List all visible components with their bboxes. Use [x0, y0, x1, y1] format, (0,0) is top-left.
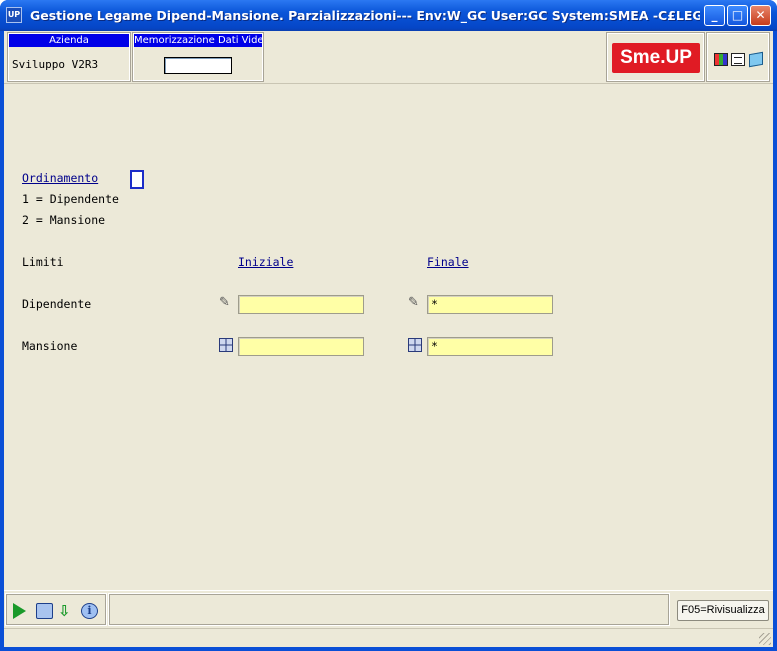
minimize-button[interactable]: _	[704, 5, 725, 26]
title-bar[interactable]: UP Gestione Legame Dipend-Mansione. Parz…	[0, 0, 777, 31]
close-button[interactable]: ✕	[750, 5, 771, 26]
smeup-logo: Sme.UP	[612, 43, 700, 73]
app-logo-icon[interactable]: UP	[6, 7, 22, 23]
azienda-value: Sviluppo V2R3	[12, 58, 99, 71]
logo-text-right: UP	[665, 47, 692, 68]
mansione-finale-field[interactable]: *	[427, 337, 553, 356]
logo-box: Sme.UP	[606, 32, 705, 82]
grid-table-icon[interactable]	[219, 338, 233, 352]
memo-input[interactable]	[164, 57, 232, 74]
info-icon[interactable]: i	[81, 603, 98, 619]
logo-text-left: Sme.	[620, 47, 666, 68]
app-window: UP Gestione Legame Dipend-Mansione. Parz…	[0, 0, 777, 651]
maximize-button[interactable]: □	[727, 5, 748, 26]
document-icon[interactable]	[731, 53, 745, 66]
f05-rivisualizza-button[interactable]: F05=Rivisualizza	[677, 600, 769, 621]
arrow-icon[interactable]: ⇩	[58, 603, 75, 619]
limiti-label: Limiti	[22, 255, 64, 269]
tools-box	[706, 32, 770, 82]
azienda-box: Azienda Sviluppo V2R3	[7, 32, 131, 82]
palette-icon[interactable]	[714, 53, 728, 66]
option-2-text: 2 = Mansione	[22, 213, 106, 227]
bottom-toolbar: ⇩ i F05=Rivisualizza	[4, 590, 773, 627]
form-panel: Ordinamento 1 = Dipendente 2 = Mansione …	[4, 85, 773, 590]
edit-pen-icon[interactable]: ✎	[408, 296, 422, 310]
dipendente-finale-field[interactable]: *	[427, 295, 553, 314]
ordinamento-label[interactable]: Ordinamento	[22, 171, 98, 185]
option-1-text: 1 = Dipendente	[22, 192, 119, 206]
dipendente-iniziale-field[interactable]	[238, 295, 364, 314]
client-area: Azienda Sviluppo V2R3 Memorizzazione Dat…	[4, 31, 773, 647]
mansione-label: Mansione	[22, 339, 78, 353]
memo-box: Memorizzazione Dati Video	[132, 32, 264, 82]
book-icon[interactable]	[749, 51, 763, 68]
iniziale-header[interactable]: Iniziale	[238, 255, 293, 269]
ordinamento-input[interactable]	[130, 170, 144, 189]
play-icon[interactable]	[13, 603, 26, 619]
finale-header[interactable]: Finale	[427, 255, 469, 269]
window-title: Gestione Legame Dipend-Mansione. Parzial…	[30, 8, 700, 23]
message-area	[108, 593, 670, 626]
resize-grip-icon[interactable]	[759, 633, 771, 645]
dipendente-label: Dipendente	[22, 297, 92, 311]
mansione-iniziale-field[interactable]	[238, 337, 364, 356]
memo-label: Memorizzazione Dati Video	[134, 34, 262, 47]
grid-table-icon[interactable]	[408, 338, 422, 352]
status-bar	[4, 628, 773, 647]
azienda-label: Azienda	[9, 34, 129, 47]
card-icon[interactable]	[36, 603, 53, 619]
header-band: Azienda Sviluppo V2R3 Memorizzazione Dat…	[4, 31, 773, 84]
nav-buttons-area: ⇩ i	[5, 593, 107, 626]
edit-pen-icon[interactable]: ✎	[219, 296, 233, 310]
